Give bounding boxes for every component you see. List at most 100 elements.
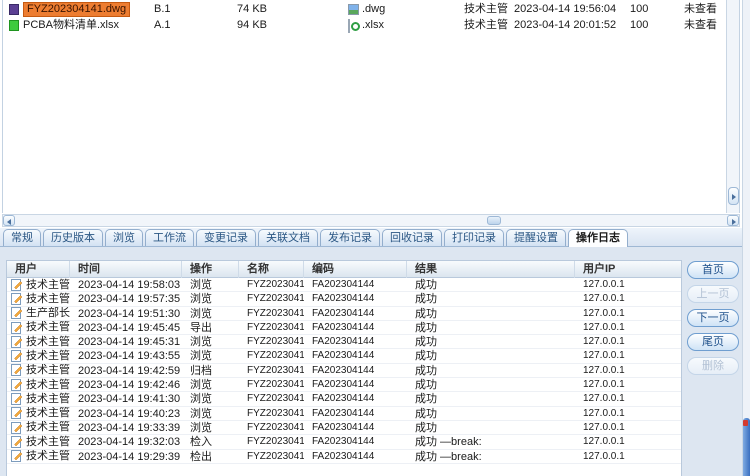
log-table-row[interactable]: 技术主管 2023-04-14 19:32:03 检入 FYZ2023041..… [7,435,681,449]
log-result: 成功 [407,349,575,362]
log-table-row[interactable]: 技术主管 2023-04-14 19:40:23 浏览 FYZ2023041..… [7,407,681,421]
col-header-operation[interactable]: 操作 [182,261,239,278]
log-user-ip: 127.0.0.1 [575,349,681,362]
operation-log-panel: 用户 时间 操作 名称 编码 结果 用户IP 技术主管 2023-04-14 [0,247,742,476]
log-user-ip: 127.0.0.1 [575,364,681,377]
log-user-ip: 127.0.0.1 [575,407,681,420]
document-edit-icon [11,364,23,376]
tab-label: 发布记录 [328,232,372,244]
log-table-row[interactable]: 技术主管 2023-04-14 19:57:35 浏览 FYZ2023041..… [7,292,681,306]
document-edit-icon [11,393,23,405]
log-operation: 浏览 [182,307,239,320]
log-doc-code: FA202304144 [304,321,407,334]
col-header-ip[interactable]: 用户IP [575,261,681,278]
col-header-time[interactable]: 时间 [70,261,182,278]
log-user: 生产部长 [26,307,70,320]
file-panel-vertical-scrollbar[interactable] [726,0,739,213]
tab-label: 常规 [11,232,33,244]
log-user-ip: 127.0.0.1 [575,307,681,320]
log-user-cell: 技术主管 [7,421,70,434]
tab[interactable]: 关联文档 [258,229,318,246]
log-operation: 检出 [182,450,239,463]
log-table-row[interactable]: 技术主管 2023-04-14 19:45:31 浏览 FYZ2023041..… [7,335,681,349]
scroll-arrow-button[interactable] [728,187,739,205]
log-table-row[interactable]: 技术主管 2023-04-14 19:41:30 浏览 FYZ2023041..… [7,392,681,406]
log-user-cell: 技术主管 [7,292,70,305]
log-user-cell: 技术主管 [7,435,70,448]
log-user-cell: 技术主管 [7,407,70,420]
log-doc-name: FYZ2023041... [239,335,304,348]
tab[interactable]: 操作日志 [568,229,628,247]
file-row[interactable]: PCBA物料清单.xlsx A.1 94 KB .xlsx 技术主管 2023-… [3,18,727,33]
tab[interactable]: 变更记录 [196,229,256,246]
file-row[interactable]: FYZ202304141.dwg B.1 74 KB .dwg 技术主管 202… [3,2,727,17]
log-table-row[interactable]: 技术主管 2023-04-14 19:42:59 归档 FYZ2023041..… [7,364,681,378]
log-operation: 浏览 [182,292,239,305]
tab[interactable]: 历史版本 [43,229,103,246]
log-operation: 浏览 [182,392,239,405]
log-result: 成功 [407,292,575,305]
log-table-header: 用户 时间 操作 名称 编码 结果 用户IP [7,261,681,278]
log-table-row[interactable]: 技术主管 2023-04-14 19:29:39 检出 FYZ2023041..… [7,450,681,464]
document-edit-icon [11,379,23,391]
file-owner: 技术主管 [464,19,508,32]
scroll-right-button[interactable] [727,215,739,226]
tab[interactable]: 打印记录 [444,229,504,246]
tab[interactable]: 回收记录 [382,229,442,246]
tab[interactable]: 常规 [3,229,41,246]
log-doc-code: FA202304144 [304,335,407,348]
log-user: 技术主管 [26,278,70,291]
log-time: 2023-04-14 19:40:23 [70,407,182,420]
log-result: 成功 [407,392,575,405]
log-result: 成功 [407,307,575,320]
log-table-row[interactable]: 技术主管 2023-04-14 19:33:39 浏览 FYZ2023041..… [7,421,681,435]
pagination: 首页 上一页 下一页 尾页 删除 [687,261,739,375]
last-page-button[interactable]: 尾页 [687,333,739,351]
log-doc-name: FYZ2023041... [239,392,304,405]
document-edit-icon [11,336,23,348]
log-table-row[interactable]: 生产部长 2023-04-14 19:51:30 浏览 FYZ2023041..… [7,307,681,321]
tab[interactable]: 浏览 [105,229,143,246]
vertical-scroll-thumb[interactable] [743,418,750,476]
log-user: 技术主管 [26,392,70,405]
col-header-code[interactable]: 编码 [304,261,407,278]
log-operation: 导出 [182,321,239,334]
log-user: 技术主管 [26,378,70,391]
page-vertical-scrollbar[interactable] [742,0,750,476]
first-page-button[interactable]: 首页 [687,261,739,279]
dwg-file-icon [9,4,19,15]
log-operation: 浏览 [182,378,239,391]
log-doc-code: FA202304144 [304,421,407,434]
log-time: 2023-04-14 19:57:35 [70,292,182,305]
delete-button[interactable]: 删除 [687,357,739,375]
col-header-name[interactable]: 名称 [239,261,304,278]
file-panel-horizontal-scrollbar[interactable] [2,214,740,227]
scroll-left-button[interactable] [3,215,15,226]
next-page-button[interactable]: 下一页 [687,309,739,327]
log-doc-name: FYZ2023041... [239,349,304,362]
col-header-user[interactable]: 用户 [7,261,70,278]
file-name[interactable]: FYZ202304141.dwg [23,2,130,17]
log-user-cell: 技术主管 [7,392,70,405]
file-name[interactable]: PCBA物料清单.xlsx [23,19,119,32]
log-doc-name: FYZ2023041... [239,292,304,305]
log-time: 2023-04-14 19:43:55 [70,349,182,362]
prev-page-button[interactable]: 上一页 [687,285,739,303]
log-table-row[interactable]: 技术主管 2023-04-14 19:58:03 浏览 FYZ2023041..… [7,278,681,292]
log-doc-code: FA202304144 [304,392,407,405]
left-arrow-icon [7,219,11,225]
log-result: 成功 [407,421,575,434]
log-table-row[interactable]: 技术主管 2023-04-14 19:43:55 浏览 FYZ2023041..… [7,349,681,363]
tab[interactable]: 提醒设置 [506,229,566,246]
col-header-result[interactable]: 结果 [407,261,575,278]
log-operation: 归档 [182,364,239,377]
log-user-ip: 127.0.0.1 [575,278,681,291]
log-user-ip: 127.0.0.1 [575,435,681,448]
tab[interactable]: 工作流 [145,229,194,246]
log-table-row[interactable]: 技术主管 2023-04-14 19:45:45 导出 FYZ2023041..… [7,321,681,335]
tab[interactable]: 发布记录 [320,229,380,246]
document-edit-icon [11,279,23,291]
log-table-row[interactable]: 技术主管 2023-04-14 19:42:46 浏览 FYZ2023041..… [7,378,681,392]
horizontal-scroll-thumb[interactable] [487,216,501,225]
log-result: 成功 [407,407,575,420]
